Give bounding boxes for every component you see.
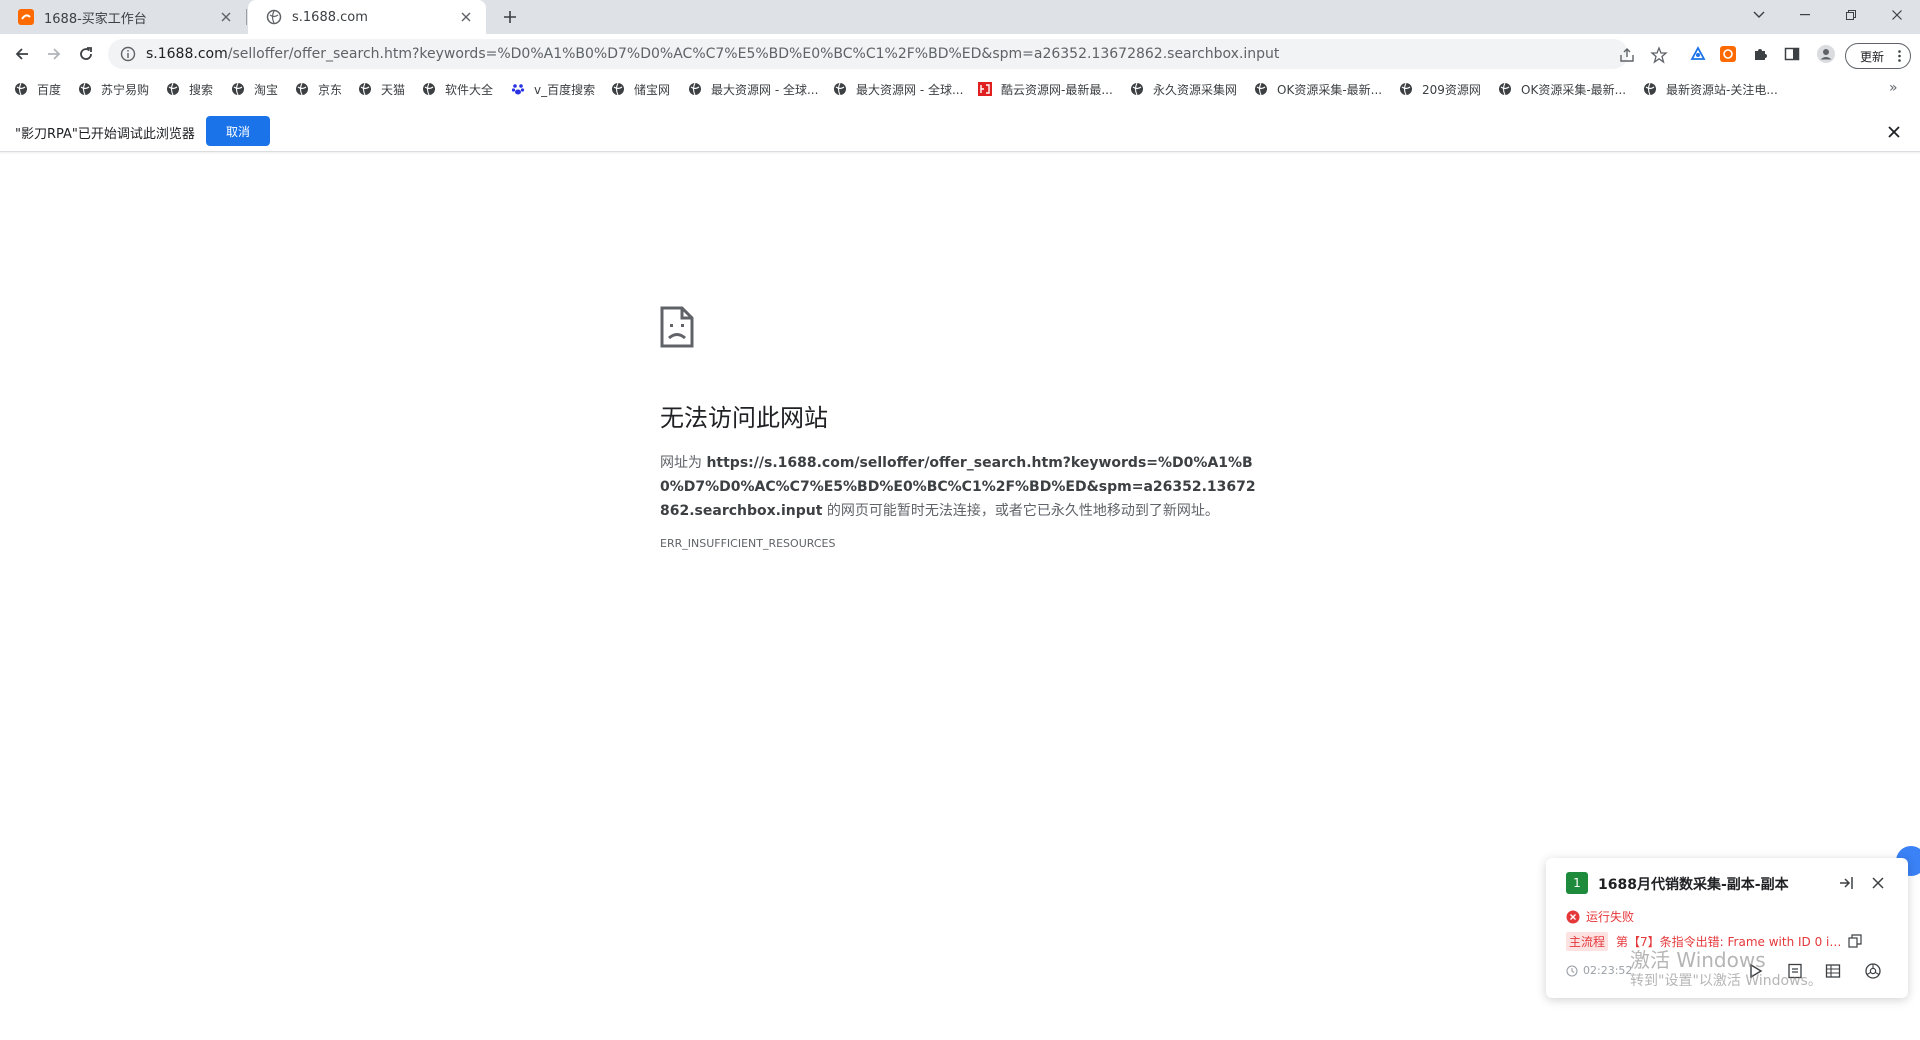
globe-icon [612, 82, 624, 96]
bookmark-item[interactable]: 储宝网 [611, 80, 670, 98]
globe-icon [834, 82, 846, 96]
dock-right-icon[interactable] [1838, 875, 1854, 891]
bookmark-item[interactable]: 淘宝 [231, 80, 278, 98]
bookmark-item[interactable]: 京东 [295, 80, 342, 98]
infobar-message: "影刀RPA"已开始调试此浏览器 [15, 127, 195, 142]
globe-icon [1400, 82, 1412, 96]
bookmark-item[interactable]: 天猫 [358, 80, 405, 98]
tab-search-button[interactable] [1736, 0, 1782, 30]
globe-icon [232, 82, 244, 96]
minimize-button[interactable] [1782, 0, 1828, 30]
error-title: 无法访问此网站 [660, 404, 828, 432]
task-number-badge: 1 [1566, 872, 1588, 894]
globe-icon [423, 82, 435, 96]
globe-icon [1131, 82, 1143, 96]
update-button[interactable]: 更新 [1845, 43, 1911, 69]
bookmark-item[interactable]: 最大资源网 - 全球... [833, 80, 963, 98]
url-text: s.1688.com/selloffer/offer_search.htm?ke… [146, 46, 1279, 62]
globe-icon [359, 82, 371, 96]
globe-icon [1499, 82, 1511, 96]
globe-icon [1644, 82, 1656, 96]
bookmark-item[interactable]: OK资源采集-最新... [1498, 80, 1626, 98]
update-label: 更新 [1860, 49, 1885, 64]
globe-icon [266, 9, 282, 25]
globe-icon [79, 82, 91, 96]
restore-button[interactable] [1828, 0, 1874, 30]
bookmarks-bar: 百度 苏宁易购 搜索 淘宝 京东 天猫 软件大全 v_百度搜索 储宝网 最大资源… [0, 74, 1920, 104]
globe-icon [167, 82, 179, 96]
star-icon[interactable] [1650, 46, 1668, 64]
close-icon[interactable] [218, 9, 234, 25]
yingdao-extension-icon[interactable] [1688, 44, 1708, 64]
url-host: s.1688.com [146, 46, 228, 62]
close-icon[interactable] [1886, 124, 1902, 140]
globe-icon [296, 82, 308, 96]
tab-s1688[interactable]: s.1688.com [248, 0, 486, 34]
baidu-paw-icon [511, 84, 525, 95]
error-page: 无法访问此网站 网址为 https://s.1688.com/selloffer… [660, 306, 1260, 550]
close-icon[interactable] [458, 9, 474, 25]
globe-icon [689, 82, 701, 96]
orange-extension-icon[interactable] [1718, 44, 1738, 64]
windows-activation-hint: 转到"设置"以激活 Windows。 [1630, 973, 1822, 989]
windows-activation-watermark: 激活 Windows [1630, 948, 1766, 972]
forward-button[interactable] [40, 40, 68, 68]
copy-icon[interactable] [1848, 934, 1862, 948]
run-status: 运行失败 [1566, 908, 1634, 925]
error-circle-icon [1566, 910, 1580, 923]
flow-tag: 主流程 [1566, 932, 1609, 951]
side-panel-icon[interactable] [1782, 44, 1802, 64]
window-close-button[interactable] [1874, 0, 1920, 30]
run-time: 02:23:52 [1566, 964, 1632, 977]
tab-title: 1688-买家工作台 [44, 11, 147, 27]
bookmark-item[interactable]: 软件大全 [422, 80, 493, 98]
error-code[interactable]: ERR_INSUFFICIENT_RESOURCES [660, 537, 1260, 550]
globe-icon [1255, 82, 1267, 96]
browser-icon[interactable] [1864, 962, 1882, 980]
bookmark-item[interactable]: 209资源网 [1399, 80, 1481, 98]
clock-icon [1566, 964, 1578, 977]
tab-strip: 1688-买家工作台 s.1688.com [0, 0, 1920, 34]
tab-1688-buyer[interactable]: 1688-买家工作台 [0, 0, 246, 34]
address-bar[interactable]: s.1688.com/selloffer/offer_search.htm?ke… [108, 39, 1668, 69]
info-icon[interactable] [120, 46, 136, 62]
tab-title: s.1688.com [292, 9, 368, 25]
more-vert-icon [1898, 50, 1901, 62]
new-tab-button[interactable] [498, 5, 522, 29]
tab-separator [246, 9, 247, 25]
bookmark-item[interactable]: 永久资源采集网 [1130, 80, 1237, 98]
bookmark-item[interactable]: 苏宁易购 [78, 80, 149, 98]
bookmark-item[interactable]: v_百度搜索 [511, 80, 595, 98]
url-path: /selloffer/offer_search.htm?keywords=%D0… [227, 46, 1280, 62]
back-button[interactable] [8, 40, 36, 68]
debug-infobar: "影刀RPA"已开始调试此浏览器 取消 [0, 112, 1920, 152]
bookmark-item[interactable]: 最大资源网 - 全球... [688, 80, 818, 98]
task-title: 1688月代销数采集-副本-副本 [1598, 877, 1789, 893]
bookmark-item[interactable]: OK资源采集-最新... [1254, 80, 1382, 98]
cancel-button[interactable]: 取消 [206, 116, 270, 146]
error-description: 网址为 https://s.1688.com/selloffer/offer_s… [660, 455, 1256, 519]
table-icon[interactable] [1824, 962, 1842, 980]
toolbar: s.1688.com/selloffer/offer_search.htm?ke… [0, 34, 1920, 74]
profile-avatar-icon[interactable] [1816, 44, 1836, 64]
reload-button[interactable] [72, 40, 100, 68]
bookmark-item[interactable]: 最新资源站-关注电... [1643, 80, 1778, 98]
globe-icon [15, 82, 27, 96]
share-icon[interactable] [1618, 46, 1636, 64]
close-icon[interactable] [1870, 875, 1886, 891]
kuyun-logo-icon [978, 82, 992, 96]
sad-page-icon [660, 306, 694, 348]
extensions-puzzle-icon[interactable] [1750, 44, 1770, 64]
bookmarks-overflow-button[interactable]: » [1889, 80, 1905, 98]
alibaba-logo-icon [18, 9, 34, 25]
bookmark-item[interactable]: 搜索 [166, 80, 213, 98]
bookmark-item[interactable]: 酷云资源网-最新最... [978, 80, 1113, 98]
bookmark-item[interactable]: 百度 [14, 80, 61, 98]
